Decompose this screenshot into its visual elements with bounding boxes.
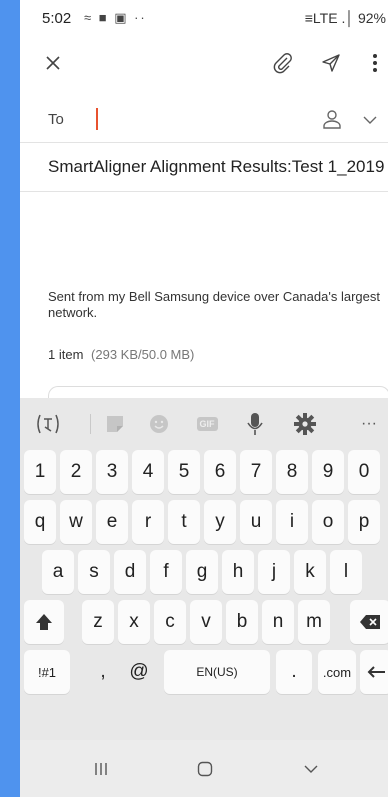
middle-key-a[interactable]: a bbox=[42, 550, 74, 594]
period-key[interactable]: . bbox=[276, 650, 312, 694]
number-key-0[interactable]: 0 bbox=[348, 450, 380, 494]
comma-key[interactable]: , bbox=[88, 650, 118, 694]
bottom-key-c[interactable]: c bbox=[154, 600, 186, 644]
top-key-q[interactable]: q bbox=[24, 500, 56, 544]
middle-key-l[interactable]: l bbox=[330, 550, 362, 594]
top-key-r[interactable]: r bbox=[132, 500, 164, 544]
attachment-size: (293 KB/50.0 MB) bbox=[91, 347, 195, 362]
middle-key-d[interactable]: d bbox=[114, 550, 146, 594]
space-key[interactable]: EN(US) bbox=[164, 650, 270, 694]
top-key-y[interactable]: y bbox=[204, 500, 236, 544]
middle-key-h[interactable]: h bbox=[222, 550, 254, 594]
recents-icon[interactable] bbox=[86, 756, 116, 782]
symbols-key[interactable]: !#1 bbox=[24, 650, 70, 694]
number-key-1[interactable]: 1 bbox=[24, 450, 56, 494]
paperclip-icon[interactable] bbox=[268, 48, 298, 78]
at-key[interactable]: @ bbox=[124, 650, 154, 694]
signature-text[interactable]: Sent from my Bell Samsung device over Ca… bbox=[48, 289, 383, 321]
toolbar-divider bbox=[90, 414, 91, 434]
middle-key-f[interactable]: f bbox=[150, 550, 182, 594]
top-key-t[interactable]: t bbox=[168, 500, 200, 544]
bottom-key-v[interactable]: v bbox=[190, 600, 222, 644]
subject-text: SmartAligner Alignment Results:Test 1_20… bbox=[48, 157, 385, 176]
number-key-8[interactable]: 8 bbox=[276, 450, 308, 494]
middle-key-s[interactable]: s bbox=[78, 550, 110, 594]
mic-icon[interactable] bbox=[240, 412, 270, 436]
bottom-key-x[interactable]: x bbox=[118, 600, 150, 644]
enter-key[interactable] bbox=[360, 650, 388, 694]
navigation-bar bbox=[20, 740, 388, 797]
keyboard: GIF ··· 1234567890 qwertyuiop asdfghjkl … bbox=[20, 398, 388, 797]
middle-key-g[interactable]: g bbox=[186, 550, 218, 594]
compose-toolbar bbox=[20, 40, 388, 88]
keyboard-toolbar: GIF ··· bbox=[20, 398, 388, 450]
emoji-icon[interactable] bbox=[144, 412, 174, 436]
gif-icon[interactable]: GIF bbox=[192, 412, 222, 436]
number-key-5[interactable]: 5 bbox=[168, 450, 200, 494]
middle-key-j[interactable]: j bbox=[258, 550, 290, 594]
bottom-key-b[interactable]: b bbox=[226, 600, 258, 644]
bottom-key-z[interactable]: z bbox=[82, 600, 114, 644]
phone-screen: 5:02 ≈ ■ ▣ ·· ≡LTE .│ 92% To SmartAligne… bbox=[20, 0, 388, 797]
top-key-w[interactable]: w bbox=[60, 500, 92, 544]
settings-icon[interactable] bbox=[290, 412, 320, 436]
dotcom-key[interactable]: .com bbox=[318, 650, 356, 694]
to-label: To bbox=[48, 111, 64, 128]
number-key-3[interactable]: 3 bbox=[96, 450, 128, 494]
contact-picker-icon[interactable] bbox=[320, 107, 344, 131]
status-time: 5:02 bbox=[42, 10, 72, 27]
close-icon[interactable] bbox=[38, 48, 68, 78]
number-key-7[interactable]: 7 bbox=[240, 450, 272, 494]
gif-label: GIF bbox=[196, 417, 218, 431]
number-key-2[interactable]: 2 bbox=[60, 450, 92, 494]
number-key-6[interactable]: 6 bbox=[204, 450, 236, 494]
recipient-row: To bbox=[20, 96, 388, 143]
top-key-e[interactable]: e bbox=[96, 500, 128, 544]
sticker-icon[interactable] bbox=[100, 412, 130, 436]
recipient-input[interactable] bbox=[96, 108, 98, 130]
attachment-count: 1 item bbox=[48, 347, 84, 362]
more-icon[interactable]: ··· bbox=[354, 412, 384, 436]
status-right: ≡LTE .│ 92% bbox=[304, 10, 386, 26]
send-icon[interactable] bbox=[316, 48, 346, 78]
top-key-i[interactable]: i bbox=[276, 500, 308, 544]
middle-key-k[interactable]: k bbox=[294, 550, 326, 594]
shift-key[interactable] bbox=[24, 600, 64, 644]
number-key-9[interactable]: 9 bbox=[312, 450, 344, 494]
more-vertical-icon[interactable] bbox=[360, 48, 388, 78]
home-icon[interactable] bbox=[190, 756, 220, 782]
back-icon[interactable] bbox=[296, 756, 326, 782]
translate-icon[interactable] bbox=[28, 412, 68, 436]
bottom-key-n[interactable]: n bbox=[262, 600, 294, 644]
bottom-key-m[interactable]: m bbox=[298, 600, 330, 644]
status-bar: 5:02 ≈ ■ ▣ ·· ≡LTE .│ 92% bbox=[20, 0, 388, 40]
attachment-summary: 1 item (293 KB/50.0 MB) bbox=[48, 347, 194, 362]
subject-field[interactable]: SmartAligner Alignment Results:Test 1_20… bbox=[20, 143, 388, 192]
chevron-down-icon[interactable] bbox=[360, 110, 380, 130]
number-key-4[interactable]: 4 bbox=[132, 450, 164, 494]
top-key-p[interactable]: p bbox=[348, 500, 380, 544]
notification-icons: ≈ ■ ▣ ·· bbox=[84, 10, 147, 25]
top-key-u[interactable]: u bbox=[240, 500, 272, 544]
backspace-key[interactable] bbox=[350, 600, 388, 644]
top-key-o[interactable]: o bbox=[312, 500, 344, 544]
